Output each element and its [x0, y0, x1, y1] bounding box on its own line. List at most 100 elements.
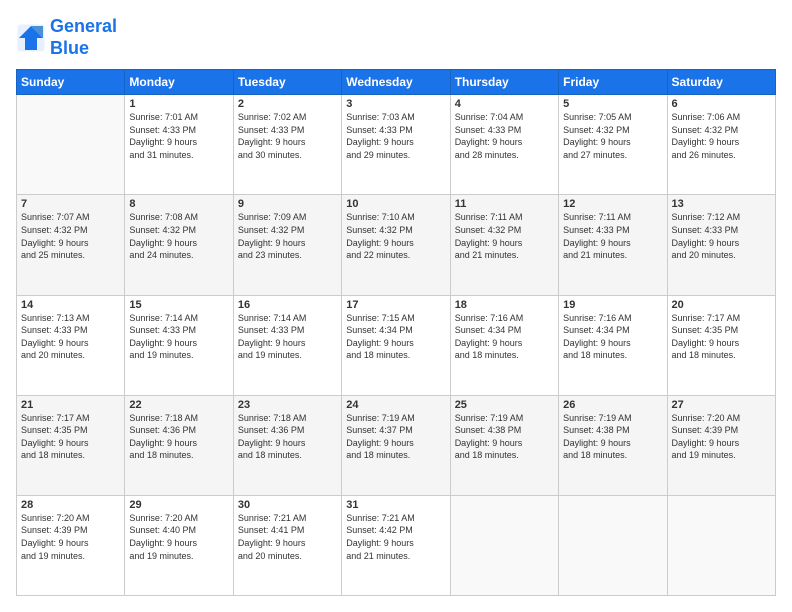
- calendar-day-header: Thursday: [450, 70, 558, 95]
- day-number: 20: [672, 299, 771, 311]
- calendar-cell: 31Sunrise: 7:21 AMSunset: 4:42 PMDayligh…: [342, 495, 450, 595]
- day-number: 24: [346, 399, 445, 411]
- day-number: 13: [672, 198, 771, 210]
- calendar-cell: 15Sunrise: 7:14 AMSunset: 4:33 PMDayligh…: [125, 295, 233, 395]
- day-info: Sunrise: 7:11 AMSunset: 4:33 PMDaylight:…: [563, 211, 662, 261]
- page: General Blue SundayMondayTuesdayWednesda…: [0, 0, 792, 612]
- day-info: Sunrise: 7:17 AMSunset: 4:35 PMDaylight:…: [672, 312, 771, 362]
- day-number: 29: [129, 499, 228, 511]
- calendar-cell: 3Sunrise: 7:03 AMSunset: 4:33 PMDaylight…: [342, 95, 450, 195]
- day-info: Sunrise: 7:16 AMSunset: 4:34 PMDaylight:…: [455, 312, 554, 362]
- day-number: 16: [238, 299, 337, 311]
- calendar-cell: 2Sunrise: 7:02 AMSunset: 4:33 PMDaylight…: [233, 95, 341, 195]
- day-number: 17: [346, 299, 445, 311]
- day-info: Sunrise: 7:14 AMSunset: 4:33 PMDaylight:…: [129, 312, 228, 362]
- calendar-cell: 11Sunrise: 7:11 AMSunset: 4:32 PMDayligh…: [450, 195, 558, 295]
- day-info: Sunrise: 7:12 AMSunset: 4:33 PMDaylight:…: [672, 211, 771, 261]
- day-info: Sunrise: 7:01 AMSunset: 4:33 PMDaylight:…: [129, 111, 228, 161]
- header: General Blue: [16, 16, 776, 59]
- day-info: Sunrise: 7:03 AMSunset: 4:33 PMDaylight:…: [346, 111, 445, 161]
- day-number: 11: [455, 198, 554, 210]
- calendar-cell: 21Sunrise: 7:17 AMSunset: 4:35 PMDayligh…: [17, 395, 125, 495]
- calendar-cell: 10Sunrise: 7:10 AMSunset: 4:32 PMDayligh…: [342, 195, 450, 295]
- calendar-cell: 4Sunrise: 7:04 AMSunset: 4:33 PMDaylight…: [450, 95, 558, 195]
- day-number: 31: [346, 499, 445, 511]
- day-number: 22: [129, 399, 228, 411]
- day-info: Sunrise: 7:18 AMSunset: 4:36 PMDaylight:…: [238, 412, 337, 462]
- calendar-cell: 29Sunrise: 7:20 AMSunset: 4:40 PMDayligh…: [125, 495, 233, 595]
- day-number: 15: [129, 299, 228, 311]
- day-number: 23: [238, 399, 337, 411]
- calendar-header-row: SundayMondayTuesdayWednesdayThursdayFrid…: [17, 70, 776, 95]
- calendar-cell: 7Sunrise: 7:07 AMSunset: 4:32 PMDaylight…: [17, 195, 125, 295]
- calendar-cell: 17Sunrise: 7:15 AMSunset: 4:34 PMDayligh…: [342, 295, 450, 395]
- logo-text: General Blue: [50, 16, 117, 59]
- day-number: 2: [238, 98, 337, 110]
- calendar-week-row: 1Sunrise: 7:01 AMSunset: 4:33 PMDaylight…: [17, 95, 776, 195]
- day-number: 19: [563, 299, 662, 311]
- day-info: Sunrise: 7:21 AMSunset: 4:42 PMDaylight:…: [346, 512, 445, 562]
- calendar-cell: 13Sunrise: 7:12 AMSunset: 4:33 PMDayligh…: [667, 195, 775, 295]
- calendar-cell: 26Sunrise: 7:19 AMSunset: 4:38 PMDayligh…: [559, 395, 667, 495]
- calendar-cell: 18Sunrise: 7:16 AMSunset: 4:34 PMDayligh…: [450, 295, 558, 395]
- day-number: 8: [129, 198, 228, 210]
- calendar-week-row: 21Sunrise: 7:17 AMSunset: 4:35 PMDayligh…: [17, 395, 776, 495]
- day-number: 10: [346, 198, 445, 210]
- calendar-day-header: Sunday: [17, 70, 125, 95]
- day-info: Sunrise: 7:13 AMSunset: 4:33 PMDaylight:…: [21, 312, 120, 362]
- calendar-cell: 25Sunrise: 7:19 AMSunset: 4:38 PMDayligh…: [450, 395, 558, 495]
- day-number: 14: [21, 299, 120, 311]
- day-info: Sunrise: 7:18 AMSunset: 4:36 PMDaylight:…: [129, 412, 228, 462]
- day-info: Sunrise: 7:14 AMSunset: 4:33 PMDaylight:…: [238, 312, 337, 362]
- day-info: Sunrise: 7:05 AMSunset: 4:32 PMDaylight:…: [563, 111, 662, 161]
- calendar-cell: 8Sunrise: 7:08 AMSunset: 4:32 PMDaylight…: [125, 195, 233, 295]
- calendar-week-row: 14Sunrise: 7:13 AMSunset: 4:33 PMDayligh…: [17, 295, 776, 395]
- day-info: Sunrise: 7:19 AMSunset: 4:37 PMDaylight:…: [346, 412, 445, 462]
- day-number: 6: [672, 98, 771, 110]
- calendar-cell: 24Sunrise: 7:19 AMSunset: 4:37 PMDayligh…: [342, 395, 450, 495]
- calendar-cell: 1Sunrise: 7:01 AMSunset: 4:33 PMDaylight…: [125, 95, 233, 195]
- day-info: Sunrise: 7:19 AMSunset: 4:38 PMDaylight:…: [563, 412, 662, 462]
- day-number: 18: [455, 299, 554, 311]
- calendar-cell: 20Sunrise: 7:17 AMSunset: 4:35 PMDayligh…: [667, 295, 775, 395]
- day-info: Sunrise: 7:11 AMSunset: 4:32 PMDaylight:…: [455, 211, 554, 261]
- day-number: 21: [21, 399, 120, 411]
- calendar-cell: [450, 495, 558, 595]
- calendar-cell: 16Sunrise: 7:14 AMSunset: 4:33 PMDayligh…: [233, 295, 341, 395]
- day-number: 9: [238, 198, 337, 210]
- calendar-cell: 9Sunrise: 7:09 AMSunset: 4:32 PMDaylight…: [233, 195, 341, 295]
- calendar-cell: 14Sunrise: 7:13 AMSunset: 4:33 PMDayligh…: [17, 295, 125, 395]
- calendar-table: SundayMondayTuesdayWednesdayThursdayFrid…: [16, 69, 776, 596]
- calendar-cell: 19Sunrise: 7:16 AMSunset: 4:34 PMDayligh…: [559, 295, 667, 395]
- day-info: Sunrise: 7:08 AMSunset: 4:32 PMDaylight:…: [129, 211, 228, 261]
- day-info: Sunrise: 7:09 AMSunset: 4:32 PMDaylight:…: [238, 211, 337, 261]
- calendar-day-header: Monday: [125, 70, 233, 95]
- logo: General Blue: [16, 16, 117, 59]
- day-info: Sunrise: 7:20 AMSunset: 4:39 PMDaylight:…: [672, 412, 771, 462]
- day-number: 1: [129, 98, 228, 110]
- day-number: 28: [21, 499, 120, 511]
- day-number: 4: [455, 98, 554, 110]
- calendar-week-row: 28Sunrise: 7:20 AMSunset: 4:39 PMDayligh…: [17, 495, 776, 595]
- calendar-cell: 22Sunrise: 7:18 AMSunset: 4:36 PMDayligh…: [125, 395, 233, 495]
- calendar-cell: [559, 495, 667, 595]
- calendar-day-header: Wednesday: [342, 70, 450, 95]
- day-info: Sunrise: 7:16 AMSunset: 4:34 PMDaylight:…: [563, 312, 662, 362]
- day-number: 25: [455, 399, 554, 411]
- day-info: Sunrise: 7:20 AMSunset: 4:40 PMDaylight:…: [129, 512, 228, 562]
- calendar-cell: 30Sunrise: 7:21 AMSunset: 4:41 PMDayligh…: [233, 495, 341, 595]
- calendar-day-header: Saturday: [667, 70, 775, 95]
- calendar-cell: [17, 95, 125, 195]
- calendar-cell: 28Sunrise: 7:20 AMSunset: 4:39 PMDayligh…: [17, 495, 125, 595]
- calendar-week-row: 7Sunrise: 7:07 AMSunset: 4:32 PMDaylight…: [17, 195, 776, 295]
- calendar-cell: 5Sunrise: 7:05 AMSunset: 4:32 PMDaylight…: [559, 95, 667, 195]
- day-number: 3: [346, 98, 445, 110]
- day-info: Sunrise: 7:19 AMSunset: 4:38 PMDaylight:…: [455, 412, 554, 462]
- day-info: Sunrise: 7:21 AMSunset: 4:41 PMDaylight:…: [238, 512, 337, 562]
- calendar-cell: 12Sunrise: 7:11 AMSunset: 4:33 PMDayligh…: [559, 195, 667, 295]
- day-info: Sunrise: 7:02 AMSunset: 4:33 PMDaylight:…: [238, 111, 337, 161]
- day-info: Sunrise: 7:20 AMSunset: 4:39 PMDaylight:…: [21, 512, 120, 562]
- day-info: Sunrise: 7:17 AMSunset: 4:35 PMDaylight:…: [21, 412, 120, 462]
- day-number: 30: [238, 499, 337, 511]
- day-number: 12: [563, 198, 662, 210]
